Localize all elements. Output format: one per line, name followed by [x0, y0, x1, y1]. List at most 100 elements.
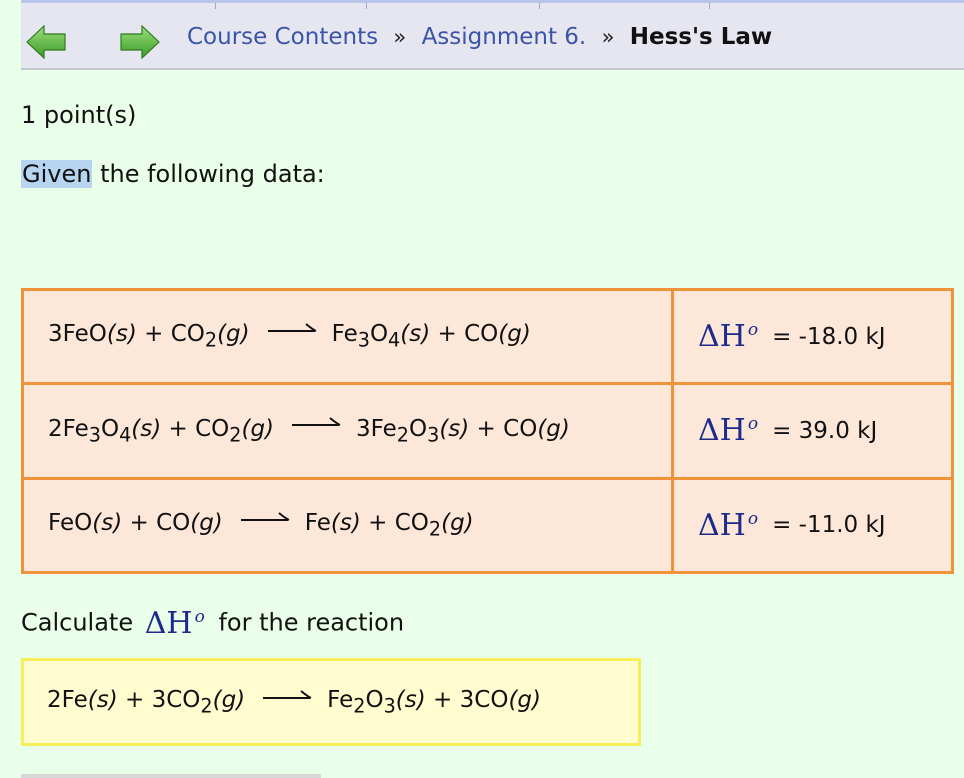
delta-h-text: ΔH: [144, 606, 193, 641]
reaction-arrow-icon: [292, 417, 341, 427]
formula-part: (s): [106, 321, 137, 348]
enthalpy-value: = -18.0 kJ: [772, 323, 886, 350]
reaction-equation: 3FeO(s) + CO2(g) Fe3O4(s) + CO(g): [21, 287, 674, 386]
subscript: 3: [427, 423, 440, 447]
formula-part: Fe: [304, 510, 331, 537]
formula-part: FeO: [48, 510, 93, 537]
subscript: 3: [88, 423, 101, 447]
delta-h-symbol: ΔH o: [698, 508, 758, 543]
nav-divider: [366, 3, 367, 9]
formula-part: + CO: [360, 510, 429, 537]
highlighted-word: Given: [21, 160, 93, 188]
delta-h-symbol: ΔH o: [145, 606, 205, 641]
nav-divider: [709, 3, 710, 9]
calculate-prompt: Calculate ΔH o for the reaction: [21, 606, 404, 641]
target-reactants: 2Fe(s) + 3CO2(g): [47, 687, 245, 718]
navigation-bar: Course Contents » Assignment 6. » Hess's…: [21, 0, 964, 70]
formula-part: + CO: [469, 415, 538, 442]
subscript: 3: [383, 694, 396, 718]
reaction-row: FeO(s) + CO(g) Fe(s) + CO2(g) ΔH o = -11.0 k…: [21, 476, 954, 575]
reaction-arrow-icon: [263, 690, 312, 699]
reaction-row: 2Fe3O4(s) + CO2(g) 3Fe2O3(s) + CO(g) ΔH o = …: [21, 382, 954, 480]
delta-h-symbol: ΔH o: [698, 413, 758, 448]
formula-part: 2Fe: [48, 415, 89, 442]
formula-part: 2Fe: [47, 686, 88, 713]
products: Fe3O4(s) + CO(g): [331, 321, 531, 352]
formula-part: + CO: [122, 510, 191, 537]
reaction-arrow-icon: [240, 511, 290, 521]
reaction-row: 3FeO(s) + CO2(g) Fe3O4(s) + CO(g) ΔH o = -18…: [21, 287, 954, 386]
formula-part: + CO: [430, 321, 499, 348]
right-arrow-icon[interactable]: [120, 25, 160, 59]
reaction-data-table: 3FeO(s) + CO2(g) Fe3O4(s) + CO(g) ΔH o = -18…: [21, 287, 954, 575]
for-reaction-label: for the reaction: [218, 608, 405, 637]
degree-symbol: o: [747, 414, 759, 435]
formula-part: (s): [92, 510, 123, 537]
formula-part: (g): [498, 321, 531, 348]
degree-symbol: o: [194, 607, 205, 627]
formula-part: (s): [395, 686, 426, 713]
breadcrumb: Course Contents » Assignment 6. » Hess's…: [187, 24, 772, 50]
subscript: 4: [388, 328, 401, 352]
calculate-label: Calculate: [21, 608, 134, 637]
formula-part: + 3CO: [117, 686, 201, 713]
formula-part: + 3CO: [425, 686, 509, 713]
formula-part: (s): [439, 415, 470, 442]
subscript: 3: [357, 328, 370, 352]
enthalpy-value: = -11.0 kJ: [772, 512, 886, 539]
degree-symbol: o: [747, 320, 759, 341]
products: Fe(s) + CO2(g): [304, 510, 474, 541]
left-arrow-icon[interactable]: [26, 25, 66, 59]
given-text-rest: the following data:: [92, 160, 325, 188]
formula-part: (s): [87, 686, 118, 713]
target-reaction-box: 2Fe(s) + 3CO2(g) Fe2O3(s) + 3CO(g): [21, 658, 641, 746]
formula-part: (g): [508, 686, 541, 713]
subscript: 2: [428, 517, 442, 541]
formula-part: (s): [400, 321, 431, 348]
divider: [21, 774, 321, 778]
subscript: 4: [119, 423, 132, 447]
formula-part: (g): [217, 321, 250, 348]
delta-h-text: ΔH: [698, 413, 746, 449]
breadcrumb-assignment-link[interactable]: Assignment 6.: [422, 24, 587, 50]
formula-part: 3FeO: [48, 321, 107, 348]
reaction-equation: FeO(s) + CO(g) Fe(s) + CO2(g): [21, 476, 674, 575]
target-products: Fe2O3(s) + 3CO(g): [327, 687, 541, 718]
breadcrumb-current-page: Hess's Law: [629, 24, 773, 50]
formula-part: (g): [190, 510, 223, 537]
subscript: 2: [229, 423, 242, 447]
formula-part: Fe: [331, 321, 358, 348]
reactants: FeO(s) + CO(g): [48, 510, 223, 536]
enthalpy-cell: ΔH o = -11.0 kJ: [671, 476, 954, 575]
subscript: 2: [200, 694, 213, 718]
formula-part: Fe: [327, 686, 354, 713]
delta-h-text: ΔH: [698, 507, 746, 543]
reactants: 3FeO(s) + CO2(g): [48, 321, 250, 352]
formula-part: (s): [131, 415, 162, 442]
subscript: 2: [204, 328, 218, 352]
enthalpy-cell: ΔH o = 39.0 kJ: [671, 382, 954, 480]
degree-symbol: o: [747, 508, 759, 529]
subscript: 2: [353, 694, 366, 718]
formula-part: 3Fe: [356, 415, 397, 442]
formula-part: (g): [212, 686, 246, 713]
breadcrumb-separator: »: [601, 25, 615, 49]
products: 3Fe2O3(s) + CO(g): [356, 415, 570, 447]
formula-part: O: [369, 321, 389, 348]
breadcrumb-separator: »: [393, 25, 407, 49]
enthalpy-cell: ΔH o = -18.0 kJ: [671, 287, 954, 386]
formula-part: O: [365, 686, 384, 713]
enthalpy-value: = 39.0 kJ: [772, 417, 878, 444]
formula-part: O: [100, 415, 120, 442]
breadcrumb-course-contents-link[interactable]: Course Contents: [187, 24, 378, 50]
delta-h-text: ΔH: [698, 319, 746, 355]
points-label: 1 point(s): [21, 101, 137, 129]
given-text: Given the following data:: [21, 160, 325, 188]
nav-divider: [539, 3, 540, 9]
subscript: 2: [396, 423, 409, 447]
formula-part: (g): [441, 510, 474, 537]
formula-part: (g): [241, 415, 275, 442]
formula-part: (s): [330, 510, 361, 537]
reaction-equation: 2Fe3O4(s) + CO2(g) 3Fe2O3(s) + CO(g): [21, 382, 674, 480]
reactants: 2Fe3O4(s) + CO2(g): [48, 415, 275, 447]
